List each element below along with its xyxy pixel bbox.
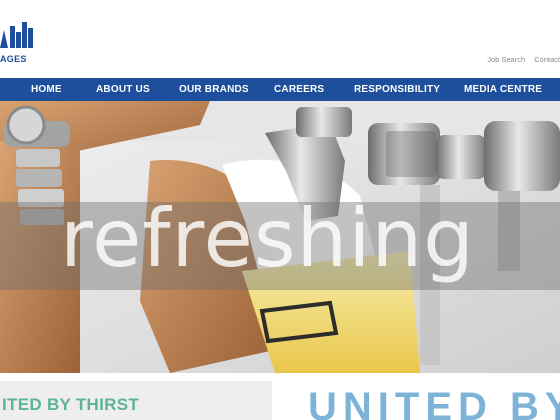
hero-banner[interactable]: refreshing <box>0 101 560 373</box>
logo-text: AGES <box>0 54 27 64</box>
contact-link[interactable]: Contact <box>534 55 560 67</box>
nav-item-careers[interactable]: CAREERS <box>274 78 324 101</box>
tagline-panel[interactable]: ITED BY THIRST <box>0 381 272 420</box>
united-by-banner[interactable]: UNITED BY <box>282 381 560 420</box>
nav-item-our-brands[interactable]: OUR BRANDS <box>179 78 249 101</box>
main-navigation: HOME ABOUT US OUR BRANDS CAREERS RESPONS… <box>0 78 560 101</box>
lower-section: ITED BY THIRST UNITED BY <box>0 381 560 420</box>
tagline-text: ITED BY THIRST <box>2 395 140 414</box>
logo-mark-icon <box>0 22 33 48</box>
company-logo[interactable]: AGES <box>0 22 34 66</box>
job-search-link[interactable]: Job Search <box>487 55 525 67</box>
nav-item-home[interactable]: HOME <box>31 78 62 101</box>
nav-item-about-us[interactable]: ABOUT US <box>96 78 150 101</box>
utility-links: Job Search Contact <box>487 55 560 67</box>
nav-item-media-centre[interactable]: MEDIA CENTRE <box>464 78 542 101</box>
nav-item-responsibility[interactable]: RESPONSIBILITY <box>354 78 440 101</box>
site-header: AGES Job Search Contact <box>0 0 560 78</box>
hero-headline: refreshing <box>60 192 475 285</box>
banner-text: UNITED BY <box>308 385 560 420</box>
